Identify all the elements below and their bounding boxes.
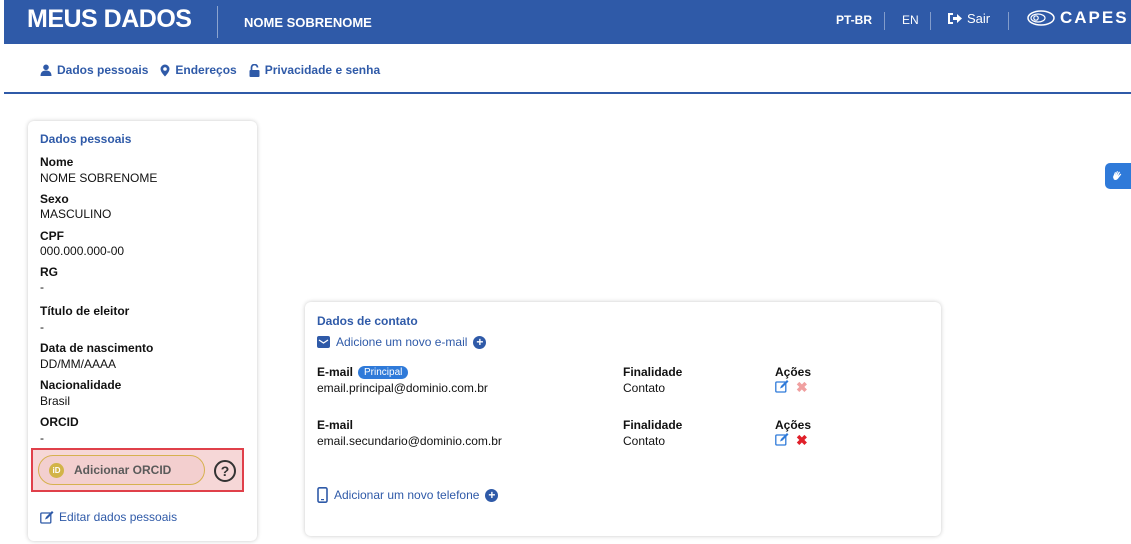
capes-eye-icon — [1027, 10, 1055, 26]
logout-button[interactable]: Sair — [947, 11, 990, 26]
lang-pt-br-button[interactable]: PT-BR — [836, 13, 872, 27]
edit-icon — [40, 510, 54, 524]
app-title: MEUS DADOS — [27, 5, 192, 33]
field-label-data-nascimento: Data de nascimento — [40, 341, 154, 355]
field-label-orcid: ORCID — [40, 415, 79, 429]
mobile-phone-icon — [317, 487, 328, 503]
field-value-nome: NOME SOBRENOME — [40, 171, 158, 185]
profile-nav: Dados pessoais Endereços Privacidade e s… — [40, 63, 385, 77]
user-name: NOME SOBRENOME — [244, 15, 372, 30]
field-label-sexo: Sexo — [40, 192, 69, 206]
logout-label: Sair — [967, 11, 991, 26]
plus-circle-icon: + — [485, 488, 499, 502]
field-value-orcid: - — [40, 431, 44, 445]
divider — [930, 12, 931, 30]
email-label: E-mail — [317, 418, 354, 432]
help-icon[interactable]: ? — [214, 460, 236, 482]
email-value: email.secundario@dominio.com.br — [317, 434, 502, 448]
field-label-nome: Nome — [40, 155, 74, 169]
add-phone-link[interactable]: Adicionar um novo telefone + — [317, 487, 499, 503]
email-value: email.principal@dominio.com.br — [317, 381, 488, 395]
lang-en-button[interactable]: EN — [902, 13, 919, 27]
field-label-nacionalidade: Nacionalidade — [40, 378, 122, 392]
add-orcid-button[interactable]: iD Adicionar ORCID — [38, 455, 205, 485]
field-label-titulo-eleitor: Título de eleitor — [40, 304, 130, 318]
principal-badge: Principal — [358, 365, 409, 379]
purpose-value: Contato — [623, 434, 666, 448]
purpose-value: Contato — [623, 381, 666, 395]
edit-email-icon[interactable] — [775, 433, 789, 449]
add-phone-label: Adicionar um novo telefone — [334, 488, 480, 502]
email-label: E-mail — [317, 365, 354, 379]
divider — [884, 12, 885, 30]
nav-item-dados-pessoais[interactable]: Dados pessoais — [40, 63, 148, 77]
field-value-rg: - — [40, 280, 44, 294]
divider — [1008, 12, 1009, 30]
sign-out-icon — [948, 13, 962, 24]
field-value-nacionalidade: Brasil — [40, 394, 71, 408]
delete-email-icon: ✖ — [796, 379, 808, 395]
top-bar: MEUS DADOS NOME SOBRENOME PT-BR EN Sair … — [4, 0, 1131, 44]
actions-label: Ações — [775, 365, 812, 379]
edit-email-icon[interactable] — [775, 380, 789, 396]
add-email-link[interactable]: Adicione um novo e-mail + — [317, 335, 487, 349]
envelope-icon — [317, 336, 330, 348]
plus-circle-icon: + — [473, 335, 487, 349]
lock-icon — [249, 63, 260, 77]
actions-label: Ações — [775, 418, 812, 432]
edit-personal-data-label: Editar dados pessoais — [59, 510, 178, 524]
title-divider — [217, 6, 218, 38]
brand-name: CAPES — [1060, 8, 1129, 27]
field-value-titulo-eleitor: - — [40, 320, 44, 334]
nav-label: Dados pessoais — [57, 63, 149, 77]
add-email-label: Adicione um novo e-mail — [336, 335, 468, 349]
field-value-cpf: 000.000.000-00 — [40, 244, 125, 258]
nav-underline — [4, 92, 1131, 94]
map-pin-icon — [160, 64, 170, 76]
user-icon — [40, 64, 52, 76]
add-orcid-label: Adicionar ORCID — [74, 463, 172, 477]
personal-data-title: Dados pessoais — [40, 132, 132, 146]
field-label-cpf: CPF — [40, 229, 64, 243]
email-row-1: E-mail Principal — [317, 365, 409, 379]
capes-logo: CAPES — [1026, 8, 1129, 28]
purpose-label: Finalidade — [623, 418, 683, 432]
delete-email-icon[interactable]: ✖ — [796, 432, 808, 449]
nav-label: Privacidade e senha — [264, 63, 381, 77]
accessibility-hand-icon[interactable] — [1105, 163, 1131, 189]
orcid-logo-icon: iD — [49, 462, 64, 478]
field-label-rg: RG — [40, 265, 58, 279]
nav-item-privacidade[interactable]: Privacidade e senha — [249, 63, 380, 77]
field-value-data-nascimento: DD/MM/AAAA — [40, 357, 117, 371]
contact-data-title: Dados de contato — [317, 314, 418, 328]
nav-label: Endereços — [175, 63, 237, 77]
nav-item-enderecos[interactable]: Endereços — [160, 63, 237, 77]
field-value-sexo: MASCULINO — [40, 207, 112, 221]
purpose-label: Finalidade — [623, 365, 683, 379]
edit-personal-data-link[interactable]: Editar dados pessoais — [40, 510, 177, 524]
